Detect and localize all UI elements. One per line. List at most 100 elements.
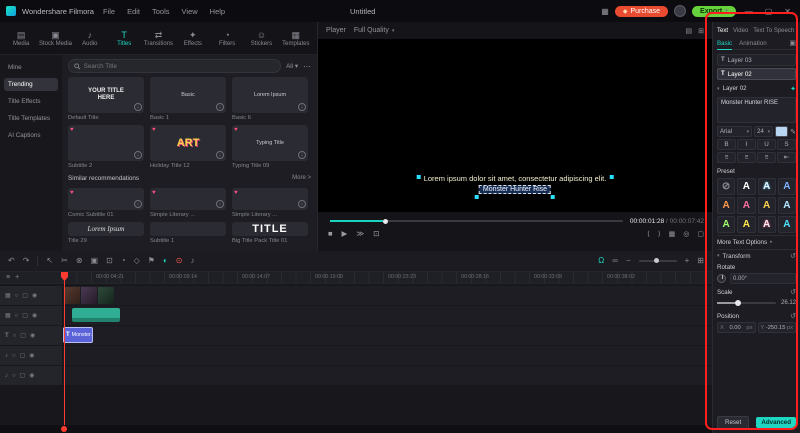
zoom-slider-thumb[interactable] <box>653 258 659 263</box>
pointer-tool-icon[interactable]: ↖ <box>46 256 53 266</box>
effect-clip[interactable] <box>72 308 120 322</box>
layer-item-02[interactable]: T Layer 02 <box>717 68 796 80</box>
menu-edit[interactable]: Edit <box>124 7 143 16</box>
visibility-icon[interactable]: ◉ <box>32 292 37 299</box>
tab-audio[interactable]: ♪ Audio <box>73 30 107 47</box>
favorite-icon[interactable]: ♥ <box>234 127 238 133</box>
tab-templates[interactable]: ▦ Templates <box>279 30 313 47</box>
track-lane[interactable] <box>63 346 712 365</box>
aspect-ratio-icon[interactable]: ⊞ <box>698 27 704 35</box>
playhead-scroll-marker[interactable] <box>61 426 67 432</box>
preset-item[interactable]: A <box>737 216 756 233</box>
rotate-value-input[interactable]: 0.00° <box>730 273 796 284</box>
snapshot-icon[interactable]: ◎ <box>683 230 689 238</box>
grid-view-icon[interactable]: ▦ <box>669 230 676 238</box>
download-icon[interactable]: ↓ <box>134 200 142 208</box>
track-header[interactable]: ♪ ○ ▢ ◉ <box>0 346 62 365</box>
scale-slider[interactable] <box>717 300 776 306</box>
fit-timeline-icon[interactable]: ⊞ <box>697 256 704 266</box>
title-card[interactable]: ♥ Typing Title ↓ Typing Title 09 <box>232 125 308 169</box>
audio-mixer-icon[interactable]: ♪ <box>191 256 195 266</box>
export-button[interactable]: Export ▾ <box>692 5 736 17</box>
tab-video[interactable]: Video <box>733 28 748 34</box>
text-spacing-button[interactable]: ⇤ <box>777 152 796 163</box>
tab-transitions[interactable]: ⇄ Transitions <box>141 30 175 47</box>
seek-handle[interactable] <box>382 218 388 224</box>
text-content-input[interactable]: Monster Hunter RISE <box>717 97 796 123</box>
download-icon[interactable]: ↓ <box>134 151 142 159</box>
razor-tool-icon[interactable]: ✂ <box>61 256 68 266</box>
preset-item[interactable]: A <box>737 197 756 214</box>
lock-icon[interactable]: ▢ <box>22 312 28 319</box>
zoom-in-icon[interactable]: + <box>685 256 690 266</box>
snap-magnet-icon[interactable]: Ω <box>598 256 604 266</box>
title-card[interactable]: ♥ ↓ Simple Literary ... <box>232 188 308 218</box>
tab-titles[interactable]: T Titles <box>107 30 141 47</box>
subtab-basic[interactable]: Basic <box>717 37 733 50</box>
download-icon[interactable]: ↓ <box>298 200 306 208</box>
transform-section-header[interactable]: ▾ Transform ↺ <box>717 249 796 261</box>
preset-item[interactable]: A <box>777 178 796 195</box>
more-link[interactable]: More > <box>292 175 311 181</box>
visibility-icon[interactable]: ◉ <box>29 352 34 359</box>
title-card[interactable]: ♥ ↓ Simple Literary ... <box>150 188 226 218</box>
title-card[interactable]: Lorem Ipsum ↓ Basic 6 <box>232 77 308 121</box>
rotate-knob[interactable] <box>717 274 726 283</box>
add-track-icon[interactable]: + <box>15 274 19 281</box>
lock-icon[interactable]: ▢ <box>20 372 26 379</box>
title-card[interactable]: Subtitle 1 <box>150 222 226 244</box>
undo-icon[interactable]: ↶ <box>8 256 15 266</box>
playhead[interactable] <box>61 272 68 425</box>
menu-view[interactable]: View <box>179 7 201 16</box>
seek-bar[interactable] <box>330 218 623 224</box>
title-card[interactable]: ♥ ART ↓ Holiday Title 12 <box>150 125 226 169</box>
step-forward-button[interactable]: ≫ <box>356 229 364 238</box>
lock-icon[interactable]: ▢ <box>20 332 26 339</box>
fullscreen-icon[interactable]: ▢ <box>697 230 704 238</box>
favorite-icon[interactable]: ♥ <box>70 127 74 133</box>
preset-item[interactable]: A <box>777 197 796 214</box>
more-text-options-link[interactable]: More Text Options ▸ <box>717 235 796 247</box>
search-input[interactable] <box>83 62 276 70</box>
link-clips-icon[interactable]: ∞ <box>612 256 618 266</box>
title-card[interactable]: TITLE Big Title Pack Title 01 <box>232 222 308 244</box>
preset-item[interactable]: A <box>757 197 776 214</box>
download-icon[interactable]: ↓ <box>216 151 224 159</box>
text-overlay-box[interactable]: Lorem ipsum dolor sit amet, consectetur … <box>416 174 614 199</box>
mute-icon[interactable]: ○ <box>15 293 19 299</box>
overlay-line1[interactable]: Lorem ipsum dolor sit amet, consectetur … <box>424 174 607 183</box>
track-header[interactable]: T ○ ▢ ◉ <box>0 326 62 345</box>
preset-item[interactable]: A <box>777 216 796 233</box>
position-y-input[interactable]: Y -250.15 px <box>757 322 796 333</box>
favorite-icon[interactable]: ♥ <box>70 190 74 196</box>
title-card[interactable]: YOUR TITLE HERE ↓ Default Title <box>68 77 144 121</box>
filter-dropdown[interactable]: All ▾ <box>286 63 298 70</box>
eyedropper-icon[interactable]: ✎ <box>790 128 796 136</box>
overlay-line2-selected[interactable]: Monster Hunter Rise <box>478 185 552 194</box>
bold-button[interactable]: B <box>717 139 736 150</box>
lock-icon[interactable]: ▢ <box>20 352 26 359</box>
menu-file[interactable]: File <box>100 7 118 16</box>
minimize-button[interactable]: — <box>742 7 756 16</box>
track-header[interactable]: ▦ ○ ▢ ◉ <box>0 286 62 305</box>
visibility-icon[interactable]: ◉ <box>32 312 37 319</box>
selection-handle[interactable] <box>416 175 421 179</box>
track-lane[interactable]: T Monster... <box>63 326 712 345</box>
mute-icon[interactable]: ○ <box>12 373 16 379</box>
more-options-icon[interactable]: ⋯ <box>303 62 311 71</box>
scale-slider-thumb[interactable] <box>734 300 741 306</box>
search-box[interactable] <box>68 59 282 73</box>
tab-effects[interactable]: ✦ Effects <box>176 30 210 47</box>
sidebar-item-title-templates[interactable]: Title Templates <box>4 112 58 125</box>
mute-icon[interactable]: ○ <box>15 313 19 319</box>
position-x-input[interactable]: X 0.00 px <box>717 322 756 333</box>
loop-button[interactable]: ⊡ <box>373 229 379 238</box>
record-voiceover-icon[interactable]: ⊙ <box>176 256 183 266</box>
purchase-button[interactable]: ◆ Purchase <box>614 5 669 17</box>
tab-text-to-speech[interactable]: Text To Speech <box>753 28 794 34</box>
tab-stock-media[interactable]: ▣ Stock Media <box>38 30 72 47</box>
layer-section-header[interactable]: ▾ Layer 02 ✦ <box>717 82 796 95</box>
workspace-layout-icon[interactable]: ▦ <box>601 7 609 16</box>
marker-icon[interactable]: ⚑ <box>148 256 155 266</box>
tab-filters[interactable]: ◔ Filters <box>210 30 244 47</box>
